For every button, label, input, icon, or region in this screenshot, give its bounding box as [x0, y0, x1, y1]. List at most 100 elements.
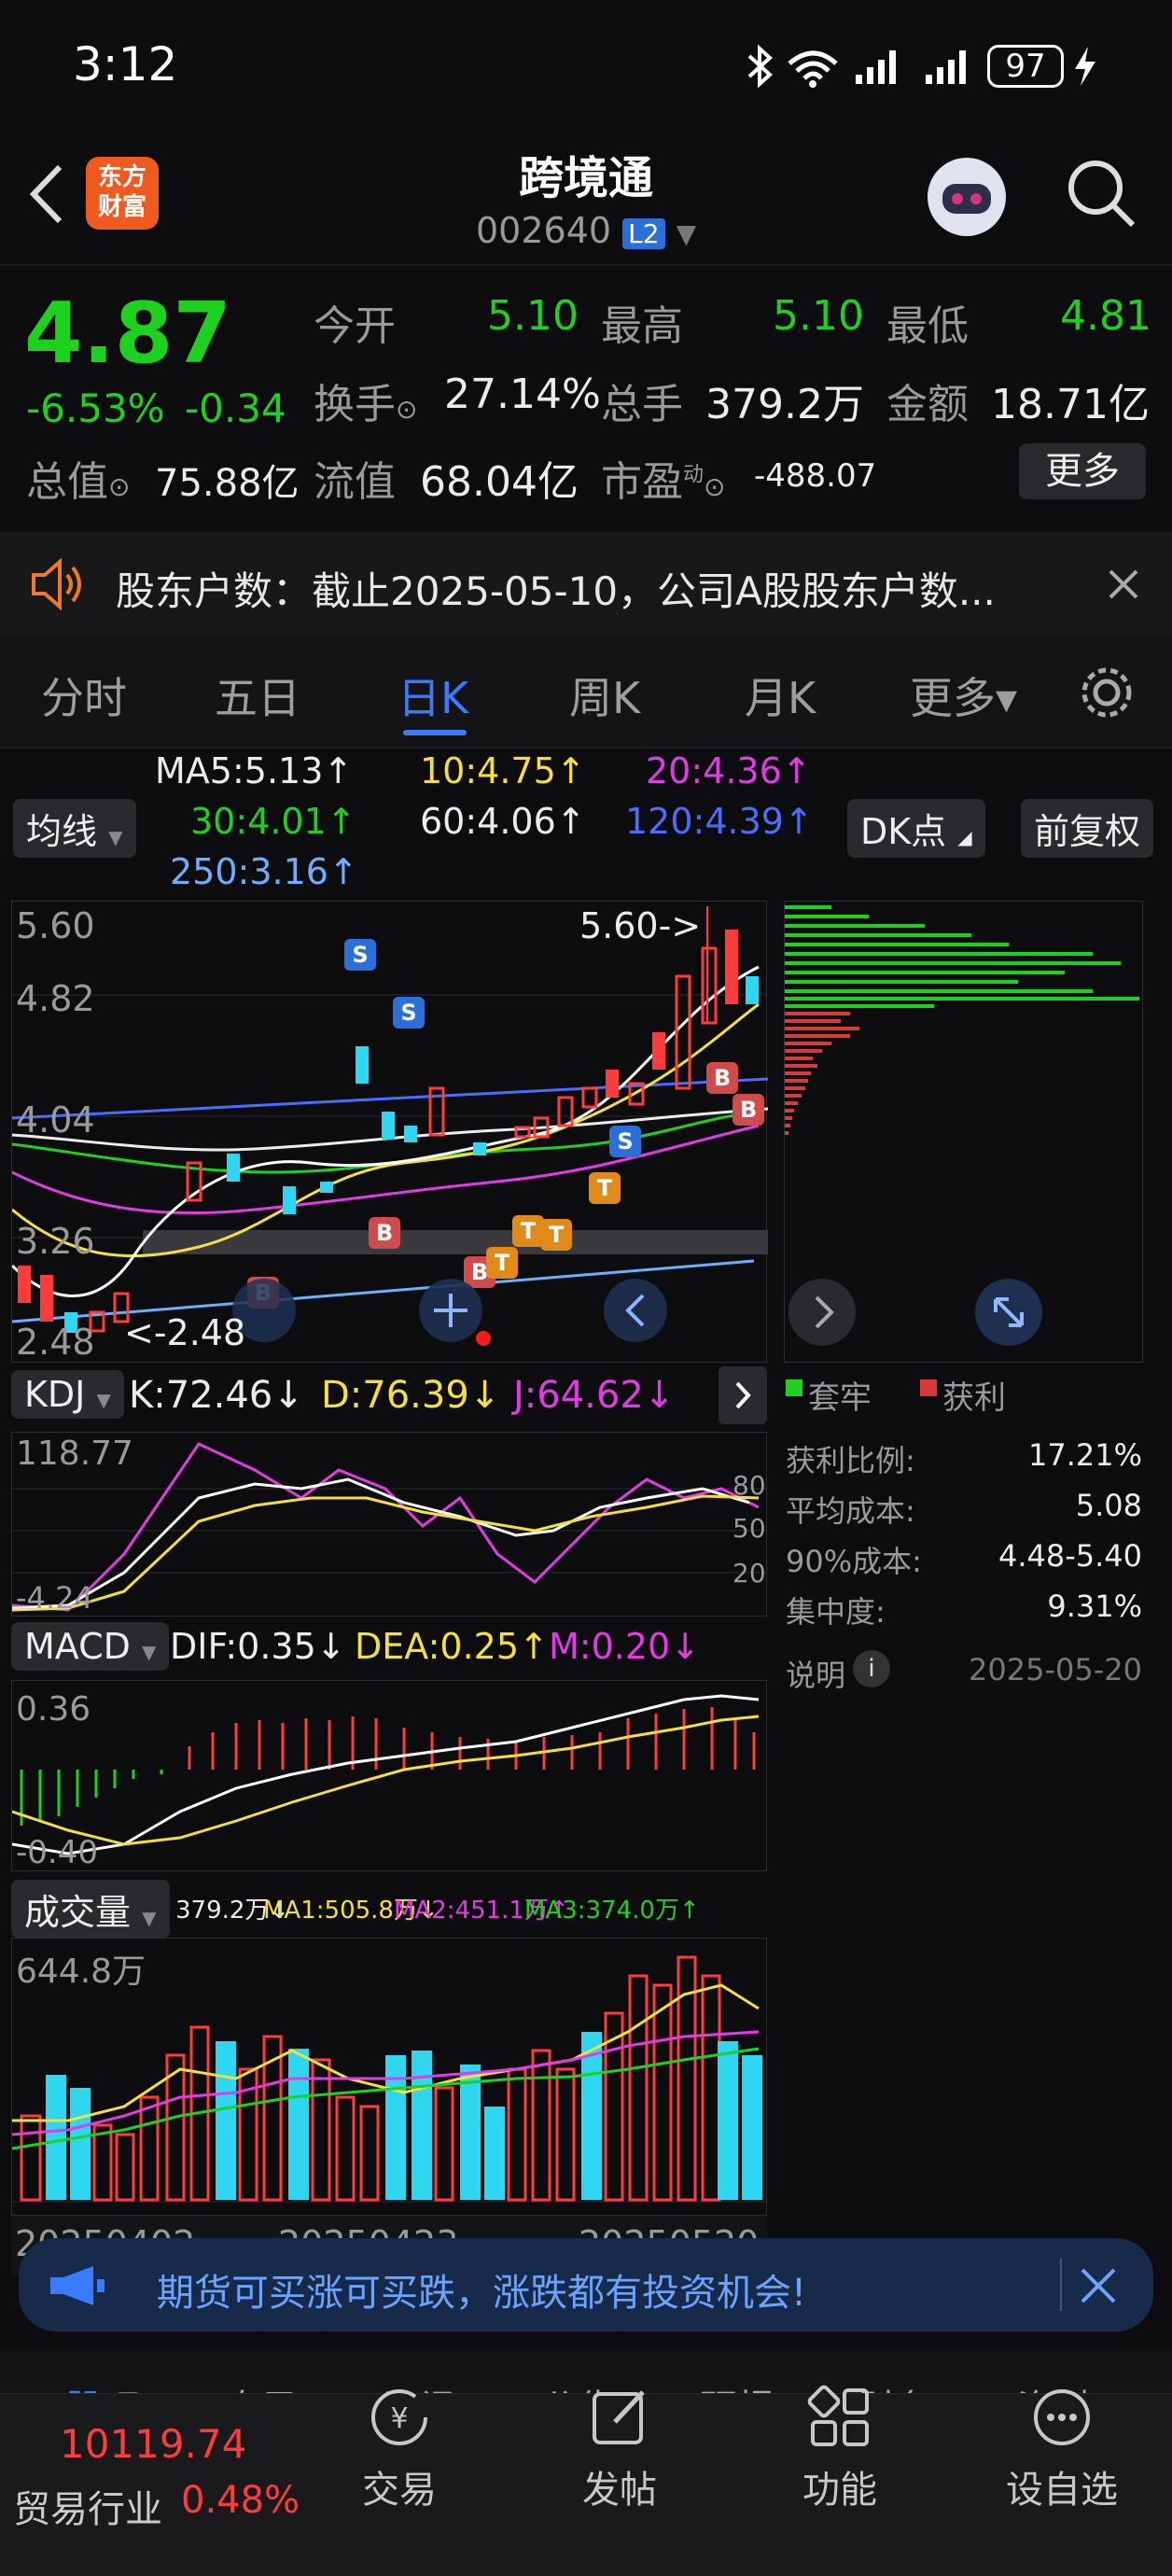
post-button[interactable]: 发帖: [554, 2385, 685, 2513]
l2-badge: L2: [622, 218, 665, 249]
chevron-down-icon: ▼: [676, 218, 697, 249]
chip-row-label: 集中度:: [786, 1594, 886, 1630]
macd-ymin: -0.40: [16, 1834, 98, 1871]
chip-row-label: 平均成本:: [786, 1493, 915, 1529]
macd-dif: DIF:0.35↓: [170, 1626, 346, 1667]
chip-distribution[interactable]: [784, 901, 1143, 1363]
tab-forum[interactable]: 股吧: [65, 2378, 140, 2393]
add-watchlist-button[interactable]: 设自选: [997, 2385, 1127, 2513]
kdj-k: K:72.46↓: [129, 1374, 304, 1417]
ma250-value: 250:3.16↑: [170, 851, 358, 892]
signal-icon-2: [926, 50, 966, 84]
volume-chart[interactable]: 644.8万: [11, 1938, 768, 2216]
svg-text:B: B: [376, 1220, 393, 1246]
status-bar: 3:12 97: [0, 0, 1172, 135]
svg-text:S: S: [352, 942, 368, 968]
industry-index[interactable]: 10119.74 贸易行业 0.48%: [0, 2421, 308, 2533]
kdj-l80: 80: [732, 1470, 766, 1501]
turnover-label: 换手⊙: [314, 381, 418, 428]
k-ymax: 5.60: [16, 905, 95, 946]
bluetooth-icon: [747, 45, 773, 88]
close-icon[interactable]: [1079, 2266, 1118, 2305]
chip-stats: 套牢 获利 获利比例: 17.21% 平均成本: 5.08 90%成本: 4.4…: [784, 1372, 1157, 1708]
ma120-value: 120:4.39↑: [625, 801, 814, 842]
ma60-value: 60:4.06↑: [420, 801, 586, 842]
adjust-button[interactable]: 前复权: [1021, 799, 1154, 858]
top-nav: 东方 财富 跨境通 002640 L2 ▼: [0, 135, 1172, 266]
svg-text:T: T: [549, 1222, 565, 1248]
index-value: 10119.74: [60, 2421, 247, 2467]
kdj-l20: 20: [732, 1558, 766, 1589]
svg-text:B: B: [471, 1259, 488, 1285]
open-value: 5.10: [487, 292, 579, 340]
low-label: 最低: [886, 302, 969, 350]
kdj-j: J:64.62↓: [513, 1374, 676, 1417]
wifi-icon: [788, 50, 838, 88]
notice-bar[interactable]: 股东户数：截止2025-05-10，公司A股股东户数...: [0, 532, 1172, 637]
function-button[interactable]: 功能: [774, 2385, 905, 2513]
macd-m: M:0.20↓: [549, 1626, 701, 1667]
notice-text: 股东户数：截止2025-05-10，公司A股股东户数...: [116, 568, 996, 614]
legend-trap: 套牢: [808, 1379, 872, 1417]
macd-chart[interactable]: 0.36 -0.40: [11, 1680, 767, 1871]
trade-button[interactable]: ¥ 交易: [334, 2385, 465, 2513]
mktcap-label: 总值⊙: [26, 458, 131, 506]
period-tabs: 分时 五日 日K 周K 月K 更多▾: [0, 637, 1172, 749]
high-value: 5.10: [773, 292, 864, 340]
ma5-value: MA5:5.13↑: [155, 750, 354, 791]
tab-5day[interactable]: 五日: [215, 665, 300, 726]
turnover-value: 27.14%: [444, 371, 601, 418]
tab-minute[interactable]: 分时: [41, 665, 127, 726]
k-y4: 3.26: [16, 1221, 95, 1262]
profit-swatch: [920, 1379, 937, 1396]
signal-icon: [856, 50, 896, 84]
k-ymin: 2.48: [16, 1322, 95, 1363]
volume-label: 总手: [601, 381, 683, 428]
kdj-chart[interactable]: 118.77 -4.24 80 50 20: [11, 1432, 768, 1617]
battery-icon: 97: [987, 45, 1064, 88]
ad-banner[interactable]: 期货可买涨可买跌，涨跌都有投资机会!: [19, 2238, 1153, 2331]
high-label: 最高: [601, 302, 683, 350]
tab-day-k[interactable]: 日K: [398, 665, 468, 726]
ma10-value: 10:4.75↑: [420, 750, 586, 791]
k-chart[interactable]: S S S B B B B B T T T T 5.60 4.82 4.04 3…: [11, 901, 768, 1363]
quote-panel: 4.87 -6.53% -0.34 总值⊙ 75.88亿 今开 5.10 最高 …: [0, 266, 1172, 532]
k-high-mark: 5.60->: [579, 905, 702, 946]
chip-row-value: 9.31%: [1047, 1589, 1142, 1624]
robot-assistant-icon[interactable]: [922, 152, 1012, 242]
macd-selector[interactable]: MACD ▼: [11, 1622, 170, 1671]
chip-next-button: [788, 1279, 856, 1346]
industry-name: 贸易行业: [13, 2488, 162, 2531]
tab-week-k[interactable]: 周K: [569, 665, 640, 726]
close-icon[interactable]: [1107, 567, 1140, 601]
volume-selector[interactable]: 成交量 ▼: [11, 1880, 170, 1939]
clock: 3:12: [73, 37, 178, 91]
kdj-k-line: [12, 1477, 750, 1610]
info-icon[interactable]: i: [853, 1650, 890, 1687]
kdj-next-button[interactable]: [719, 1366, 767, 1424]
macd-dea: DEA:0.25↑: [355, 1626, 549, 1667]
chip-explain[interactable]: 说明: [786, 1652, 845, 1695]
kdj-selector[interactable]: KDJ ▼: [11, 1370, 124, 1419]
macd-green-bars: [20, 1770, 163, 1826]
tab-more[interactable]: 更多▾: [910, 665, 1017, 726]
tab-month-k[interactable]: 月K: [745, 665, 816, 726]
search-icon[interactable]: [1064, 156, 1138, 231]
macd-dea-line: [12, 1715, 760, 1846]
trade-icon: ¥: [371, 2389, 427, 2445]
volume-legend: 成交量 ▼ 379.2万↓ MA1:505.8万↓ MA2:451.1万↑ MA…: [11, 1880, 767, 1939]
chip-row-label: 90%成本:: [786, 1544, 922, 1579]
kdj-l50: 50: [732, 1513, 766, 1544]
ma-selector[interactable]: 均线 ▼: [13, 799, 136, 858]
svg-text:S: S: [617, 1128, 633, 1155]
svg-text:T: T: [597, 1175, 613, 1201]
tab-research[interactable]: 研报: [700, 2378, 774, 2393]
mktcap-value: 75.88亿: [155, 462, 300, 505]
gear-icon[interactable]: [1079, 665, 1135, 721]
stock-code[interactable]: 002640 L2 ▼: [476, 210, 696, 251]
vol-ma3: MA3:374.0万↑: [524, 1897, 700, 1925]
tab-self[interactable]: 自己: [224, 2378, 299, 2393]
dk-button[interactable]: DK点 ◢: [847, 799, 985, 858]
more-button[interactable]: 更多: [1019, 443, 1146, 499]
amount-label: 金额: [886, 381, 969, 428]
